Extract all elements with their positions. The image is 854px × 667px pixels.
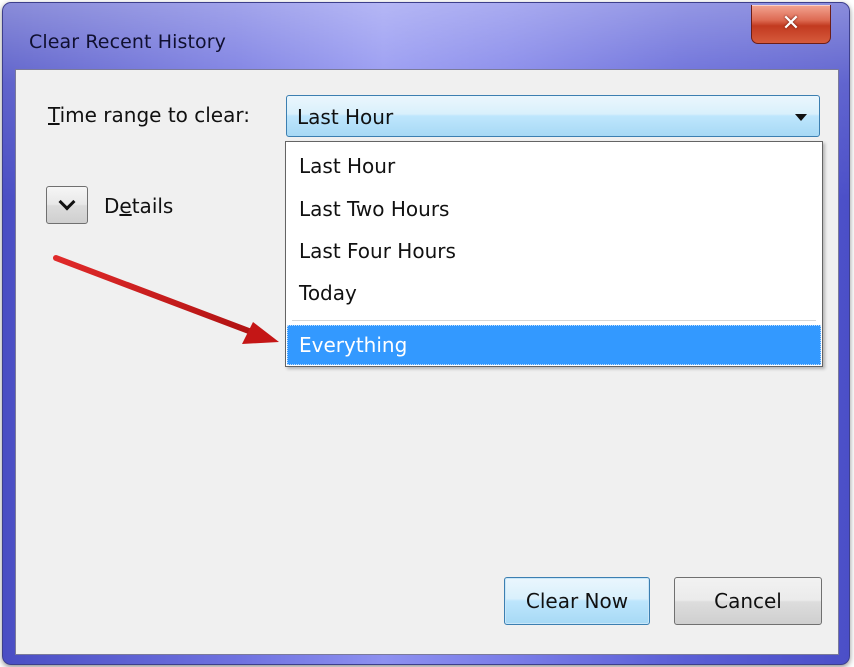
screen: Clear Recent History ✕ Time range to cle… (0, 0, 854, 667)
title-bar: Clear Recent History ✕ (3, 3, 849, 69)
details-label-post: tails (131, 194, 174, 218)
option-last-two-hours[interactable]: Last Two Hours (287, 189, 821, 229)
option-everything[interactable]: Everything (287, 325, 821, 365)
dropdown-separator (292, 320, 816, 321)
clear-now-button[interactable]: Clear Now (504, 577, 650, 625)
option-last-hour[interactable]: Last Hour (287, 146, 821, 186)
window-title: Clear Recent History (29, 31, 227, 53)
time-range-label: Time range to clear: (48, 103, 250, 127)
time-range-dropdown-list: Last Hour Last Two Hours Last Four Hours… (285, 141, 823, 367)
time-range-select[interactable]: Last Hour (286, 95, 820, 137)
details-expander-button[interactable] (46, 186, 88, 224)
time-range-label-mnemonic: T (48, 103, 60, 127)
chevron-down-icon (58, 193, 76, 211)
dropdown-arrow-icon (795, 114, 807, 121)
details-label-pre: D (104, 194, 120, 218)
close-icon: ✕ (781, 11, 801, 36)
cancel-button[interactable]: Cancel (674, 577, 822, 625)
details-label[interactable]: Details (104, 194, 173, 218)
time-range-selected-value: Last Hour (297, 105, 394, 129)
close-button[interactable]: ✕ (751, 5, 831, 44)
details-label-mnemonic: e (119, 194, 132, 218)
option-last-four-hours[interactable]: Last Four Hours (287, 231, 821, 271)
time-range-label-text: ime range to clear: (59, 103, 250, 127)
option-today[interactable]: Today (287, 273, 821, 313)
